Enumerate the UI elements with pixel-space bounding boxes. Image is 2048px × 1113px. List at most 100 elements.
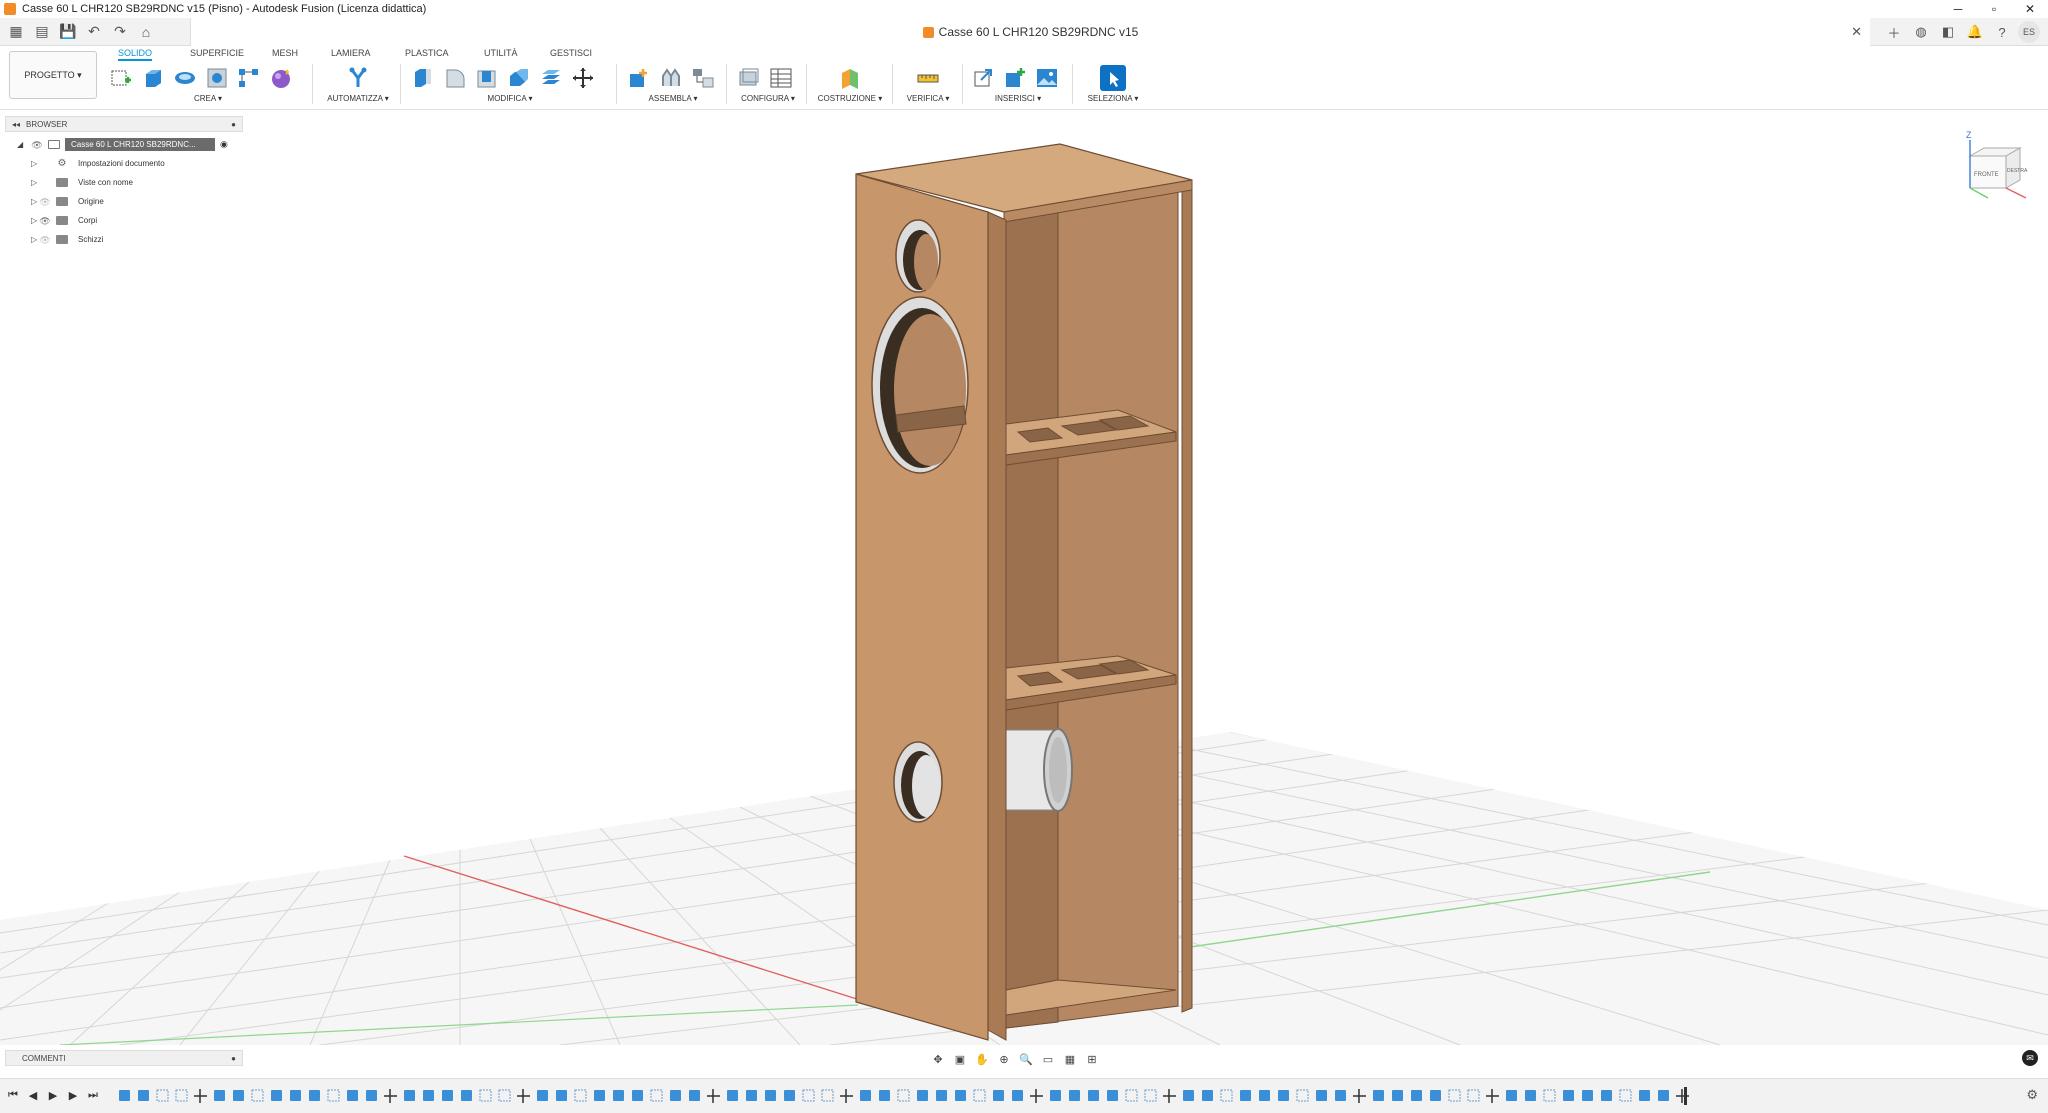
form-icon[interactable] [268,65,294,91]
step-forward-icon[interactable]: ▶ [66,1087,80,1103]
tab-superficie[interactable]: SUPERFICIE [190,48,244,58]
viewcube-front-face[interactable]: FRONTE [1974,172,1999,178]
timeline-feature-icon[interactable] [1639,1090,1650,1101]
close-window-button[interactable]: ✕ [2012,0,2048,18]
grid-settings-icon[interactable]: ▦ [1062,1051,1078,1067]
fillet-icon[interactable] [442,65,468,91]
timeline-feature-icon[interactable] [993,1090,1004,1101]
timeline-feature-icon[interactable] [1107,1090,1118,1101]
timeline-feature-icon[interactable] [1486,1089,1499,1103]
create-sketch-icon[interactable] [108,65,134,91]
timeline-feature-icon[interactable] [1563,1090,1574,1101]
timeline-feature-icon[interactable] [156,1089,169,1102]
pattern-icon[interactable] [236,65,262,91]
timeline-feature-icon[interactable] [1506,1090,1517,1101]
new-tab-icon[interactable]: ＋ [1883,21,1905,43]
browser-item-corpi[interactable]: ▷ 👁 Corpi [5,211,243,230]
orbit-icon[interactable]: ✥ [930,1051,946,1067]
timeline-marker[interactable] [1684,1087,1687,1105]
visibility-eye-icon[interactable]: 👁 [39,197,51,207]
hole-icon[interactable] [204,65,230,91]
timeline-feature-icon[interactable] [404,1090,415,1101]
move-copy-icon[interactable] [570,65,596,91]
close-tab-icon[interactable]: ✕ [1851,24,1862,40]
viewcube-right-face[interactable]: DESTRA [2007,168,2028,174]
visibility-eye-icon[interactable]: 👁 [39,235,51,245]
timeline-feature-icon[interactable] [251,1089,264,1102]
go-to-end-icon[interactable]: ⏭ [86,1087,100,1103]
help-icon[interactable]: ? [1991,21,2013,43]
timeline-feature-icon[interactable] [1050,1090,1061,1101]
new-component-icon[interactable] [626,65,652,91]
timeline-feature-icon[interactable] [1392,1090,1403,1101]
insert-mesh-icon[interactable] [1002,65,1028,91]
joint-icon[interactable] [658,65,684,91]
combine-icon[interactable] [506,65,532,91]
home-icon[interactable]: ⌂ [136,22,156,42]
file-menu-icon[interactable]: ▤ [32,22,52,42]
timeline-feature-icon[interactable] [347,1090,358,1101]
panel-pin-icon[interactable]: ● [231,120,236,129]
timeline-feature-icon[interactable] [327,1089,340,1102]
group-configura-label[interactable]: CONFIGURA ▾ [736,94,800,103]
go-to-start-icon[interactable]: ⏮ [6,1087,20,1103]
timeline-feature-icon[interactable] [727,1090,738,1101]
timeline-feature-icon[interactable] [1525,1090,1536,1101]
timeline-feature-icon[interactable] [537,1090,548,1101]
offset-face-icon[interactable] [538,65,564,91]
group-crea-label[interactable]: CREA ▾ [108,94,308,103]
timeline-feature-icon[interactable] [1543,1089,1556,1102]
comments-panel[interactable]: COMMENTI ● [5,1050,243,1066]
tab-solido[interactable]: SOLIDO [118,48,153,61]
timeline-feature-icon[interactable] [1373,1090,1384,1101]
timeline-feature-icon[interactable] [821,1089,834,1102]
undo-icon[interactable]: ↶ [84,22,104,42]
timeline-feature-icon[interactable] [1069,1090,1080,1101]
timeline-feature-icon[interactable] [765,1090,776,1101]
timeline-feature-icon[interactable] [1335,1090,1346,1101]
timeline-feature-icon[interactable] [936,1090,947,1101]
timeline-feature-icon[interactable] [271,1090,282,1101]
tab-plastica[interactable]: PLASTICA [405,48,449,58]
automate-icon[interactable] [345,65,371,91]
grid-apps-icon[interactable]: ▦ [6,22,26,42]
timeline-feature-icon[interactable] [1012,1090,1023,1101]
timeline-feature-icon[interactable] [290,1090,301,1101]
timeline-feature-icon[interactable] [194,1089,207,1103]
browser-header[interactable]: ◂◂ BROWSER ● [5,116,243,132]
timeline-feature-icon[interactable] [479,1089,492,1102]
group-seleziona-label[interactable]: SELEZIONA ▾ [1080,94,1146,103]
extensions-icon[interactable]: ◍ [1910,21,1932,43]
as-built-joint-icon[interactable] [690,65,716,91]
tab-gestisci[interactable]: GESTISCI [550,48,592,58]
timeline-feature-icon[interactable] [175,1089,188,1102]
timeline-feature-icon[interactable] [1163,1089,1176,1103]
visibility-eye-icon[interactable]: 👁 [31,140,43,150]
viewports-icon[interactable]: ⊞ [1084,1051,1100,1067]
configure-model-icon[interactable] [736,65,762,91]
timeline-feature-icon[interactable] [1353,1089,1366,1103]
timeline-feature-icon[interactable] [423,1090,434,1101]
insert-canvas-icon[interactable] [1034,65,1060,91]
timeline-feature-icon[interactable] [784,1090,795,1101]
timeline-settings-icon[interactable]: ⚙ [2026,1087,2038,1103]
look-at-icon[interactable]: ▣ [952,1051,968,1067]
expand-arrow-icon[interactable]: ▷ [31,235,39,245]
timeline-feature-icon[interactable] [1619,1089,1632,1102]
press-pull-icon[interactable] [410,65,436,91]
construction-plane-icon[interactable] [837,65,863,91]
group-inserisci-label[interactable]: INSERISCI ▾ [970,94,1066,103]
pan-icon[interactable]: ✋ [974,1051,990,1067]
timeline-feature-icon[interactable] [802,1089,815,1102]
timeline-feature-icon[interactable] [1259,1090,1270,1101]
user-avatar[interactable]: ES [2018,21,2040,43]
browser-item-viste-con-nome[interactable]: ▷ Viste con nome [5,173,243,192]
model-scene[interactable] [0,110,2048,1046]
select-icon[interactable] [1100,65,1126,91]
timeline-feature-icon[interactable] [1183,1090,1194,1101]
group-assembla-label[interactable]: ASSEMBLA ▾ [626,94,720,103]
timeline-feature-icon[interactable] [917,1090,928,1101]
timeline-feature-icon[interactable] [689,1090,700,1101]
insert-derive-icon[interactable] [970,65,996,91]
timeline-feature-icon[interactable] [613,1090,624,1101]
